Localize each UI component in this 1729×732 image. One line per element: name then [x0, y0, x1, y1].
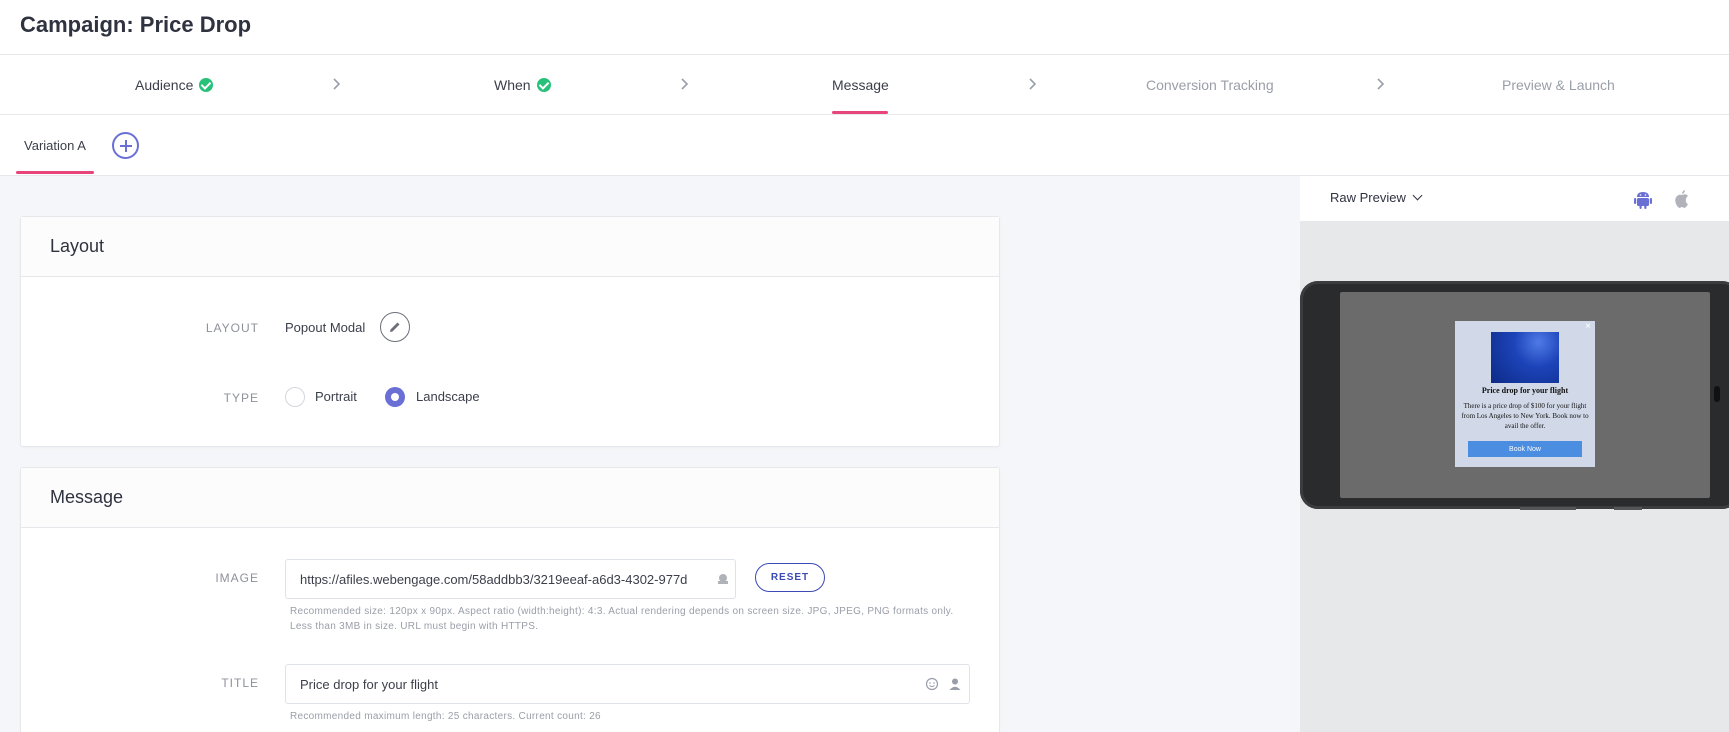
active-tab-indicator	[16, 171, 94, 174]
check-circle-icon	[536, 78, 551, 92]
layout-card: Layout LAYOUT Popout Modal TYPE Portrait…	[20, 216, 1000, 447]
phone-bottom-button	[1520, 507, 1576, 510]
phone-bottom-button	[1614, 507, 1642, 510]
check-circle-icon	[199, 78, 214, 92]
chevron-right-icon	[681, 78, 689, 90]
campaign-stepper: Audience When Message Conversion Trackin…	[0, 55, 1729, 115]
image-help-line: Recommended size: 120px x 90px. Aspect r…	[290, 606, 954, 617]
plus-icon	[119, 139, 132, 152]
image-help-text: Recommended size: 120px x 90px. Aspect r…	[290, 604, 953, 634]
preview-mode-label: Raw Preview	[1330, 190, 1406, 205]
image-url-value: https://afiles.webengage.com/58addbb3/32…	[300, 571, 688, 587]
title-label: TITLE	[221, 676, 259, 690]
page-title: Campaign: Price Drop	[20, 12, 252, 37]
type-label: TYPE	[223, 391, 259, 405]
step-label: Conversion Tracking	[1146, 77, 1274, 93]
type-portrait-radio[interactable]	[285, 387, 305, 407]
step-conversion-tracking[interactable]: Conversion Tracking	[1146, 55, 1274, 115]
message-card: Message IMAGE https://afiles.webengage.c…	[20, 467, 1000, 732]
title-help-text: Recommended maximum length: 25 character…	[290, 711, 601, 722]
modal-image	[1491, 332, 1559, 383]
edit-layout-button[interactable]	[380, 312, 410, 342]
type-landscape-radio[interactable]	[385, 387, 405, 407]
chevron-right-icon	[333, 78, 341, 90]
modal-title: Price drop for your flight	[1481, 386, 1569, 395]
preview-header: Raw Preview	[1300, 176, 1729, 222]
modal-body-text: There is a price drop of $100 for your f…	[1461, 402, 1589, 430]
step-label: Audience	[135, 77, 194, 93]
apple-icon[interactable]	[1671, 188, 1693, 210]
title-value: Price drop for your flight	[300, 676, 439, 692]
add-variation-button[interactable]	[112, 132, 139, 159]
variation-tabs: Variation A	[0, 115, 1729, 176]
tab-variation-a[interactable]: Variation A	[16, 115, 94, 176]
image-url-input[interactable]: https://afiles.webengage.com/58addbb3/32…	[285, 559, 736, 599]
pencil-icon	[390, 322, 400, 332]
android-icon[interactable]	[1632, 188, 1654, 210]
image-label: IMAGE	[215, 571, 259, 585]
close-icon[interactable]: ×	[1585, 321, 1591, 332]
message-card-title: Message	[21, 468, 999, 528]
page-header: Campaign: Price Drop	[0, 0, 1729, 55]
step-audience[interactable]: Audience	[135, 55, 214, 115]
phone-side-button	[1714, 386, 1720, 402]
step-preview-launch[interactable]: Preview & Launch	[1502, 55, 1615, 115]
title-input[interactable]: Price drop for your flight	[285, 664, 970, 704]
layout-value: Popout Modal	[285, 320, 366, 335]
image-help-line: Less than 3MB in size. URL must begin wi…	[290, 621, 539, 632]
active-step-indicator	[832, 111, 888, 114]
modal-cta-button[interactable]: Book Now	[1468, 441, 1582, 457]
chevron-right-icon	[1029, 78, 1037, 90]
emoji-icon[interactable]	[925, 677, 939, 691]
reset-button[interactable]: RESET	[755, 563, 825, 592]
upload-icon[interactable]	[716, 572, 730, 586]
step-label: Preview & Launch	[1502, 77, 1615, 93]
preview-mode-dropdown[interactable]: Raw Preview	[1330, 190, 1423, 205]
preview-modal: × Price drop for your flight There is a …	[1455, 321, 1595, 467]
layout-card-title: Layout	[21, 217, 999, 277]
step-message[interactable]: Message	[832, 55, 889, 115]
type-landscape-label[interactable]: Landscape	[416, 389, 480, 404]
step-when[interactable]: When	[494, 55, 551, 115]
type-portrait-label[interactable]: Portrait	[315, 389, 357, 404]
personalize-user-icon[interactable]	[948, 677, 962, 691]
step-label: When	[494, 77, 531, 93]
chevron-down-icon	[1412, 190, 1423, 201]
step-label: Message	[832, 77, 889, 93]
layout-label: LAYOUT	[205, 321, 259, 335]
chevron-right-icon	[1377, 78, 1385, 90]
